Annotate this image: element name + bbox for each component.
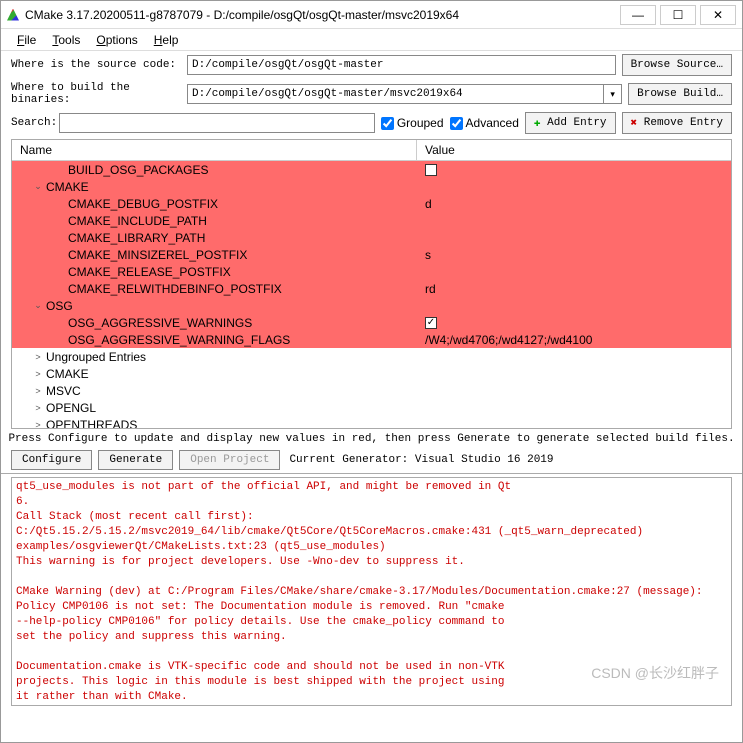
expander-icon[interactable]: >: [30, 403, 46, 413]
tree-row[interactable]: CMAKE_DEBUG_POSTFIX d: [12, 195, 731, 212]
expander-icon[interactable]: >: [30, 420, 46, 430]
entry-name: MSVC: [46, 384, 81, 398]
window-controls: — ☐ ✕: [620, 5, 736, 25]
current-generator-label: Current Generator: Visual Studio 16 2019: [289, 454, 553, 466]
browse-build-button[interactable]: Browse Build…: [628, 83, 732, 105]
expander-icon[interactable]: ⌄: [30, 300, 46, 311]
build-label: Where to build the binaries:: [11, 82, 181, 106]
tree-row[interactable]: >CMAKE: [12, 365, 731, 382]
tree-row[interactable]: ⌄CMAKE: [12, 178, 731, 195]
build-path-dropdown-icon[interactable]: ▾: [604, 84, 622, 104]
close-button[interactable]: ✕: [700, 5, 736, 25]
configure-button[interactable]: Configure: [11, 450, 92, 470]
log-line: C:/Qt5.15.2/5.15.2/msvc2019_64/lib/cmake…: [16, 525, 727, 540]
cmake-logo-icon: [7, 9, 19, 21]
log-line: qt5_use_modules is not part of the offic…: [16, 480, 727, 495]
tree-row[interactable]: >OPENGL: [12, 399, 731, 416]
tree-row[interactable]: >OPENTHREADS: [12, 416, 731, 429]
entry-value[interactable]: [417, 164, 731, 176]
log-line: 6.: [16, 495, 727, 510]
add-entry-button[interactable]: ✚ Add Entry: [525, 112, 616, 134]
log-line: This warning is for project developers. …: [16, 555, 727, 570]
log-line: [16, 570, 727, 585]
log-line: [16, 645, 727, 660]
entry-name: CMAKE: [46, 367, 89, 381]
entry-name: CMAKE_RELWITHDEBINFO_POSTFIX: [68, 282, 282, 296]
log-line: CMake Warning (dev) at C:/Program Files/…: [16, 585, 727, 600]
tree-row[interactable]: >MSVC: [12, 382, 731, 399]
open-project-button: Open Project: [179, 450, 280, 470]
entry-name: CMAKE_INCLUDE_PATH: [68, 214, 207, 228]
tree-row[interactable]: CMAKE_MINSIZEREL_POSTFIX s: [12, 246, 731, 263]
minimize-button[interactable]: —: [620, 5, 656, 25]
tree-header: Name Value: [12, 140, 731, 161]
expander-icon[interactable]: ⌄: [30, 181, 46, 192]
browse-source-button[interactable]: Browse Source…: [622, 54, 732, 76]
menubar: File Tools Options Help: [1, 29, 742, 51]
maximize-button[interactable]: ☐: [660, 5, 696, 25]
log-line: --help-policy CMP0106" for policy detail…: [16, 615, 727, 630]
tree-row[interactable]: CMAKE_RELEASE_POSTFIX: [12, 263, 731, 280]
expander-icon[interactable]: >: [30, 386, 46, 396]
tree-row[interactable]: OSG_AGGRESSIVE_WARNINGS ✓: [12, 314, 731, 331]
entry-name: CMAKE: [46, 180, 89, 194]
tree-row[interactable]: CMAKE_LIBRARY_PATH: [12, 229, 731, 246]
entry-name: CMAKE_LIBRARY_PATH: [68, 231, 205, 245]
watermark: CSDN @长沙红胖子: [591, 666, 719, 681]
search-input[interactable]: [59, 113, 375, 133]
entry-value[interactable]: /W4;/wd4706;/wd4127;/wd4100: [417, 333, 731, 347]
tree-row[interactable]: ⌄OSG: [12, 297, 731, 314]
entry-value[interactable]: d: [417, 197, 731, 211]
remove-entry-button[interactable]: ✖ Remove Entry: [622, 112, 732, 134]
menu-options[interactable]: Options: [90, 31, 143, 49]
menu-file[interactable]: File: [11, 31, 42, 49]
log-output[interactable]: qt5_use_modules is not part of the offic…: [11, 477, 732, 706]
window-title: CMake 3.17.20200511-g8787079 - D:/compil…: [25, 8, 620, 22]
entry-name: OPENTHREADS: [46, 418, 137, 430]
log-line: set the policy and suppress this warning…: [16, 630, 727, 645]
advanced-checkbox[interactable]: Advanced: [450, 116, 519, 130]
build-path-input[interactable]: [187, 84, 604, 104]
expander-icon[interactable]: >: [30, 352, 46, 362]
x-icon: ✖: [631, 116, 638, 130]
entry-name: CMAKE_MINSIZEREL_POSTFIX: [68, 248, 247, 262]
entry-name: OSG: [46, 299, 73, 313]
cache-tree[interactable]: Name Value BUILD_OSG_PACKAGES⌄CMAKECMAKE…: [11, 139, 732, 429]
log-line: examples/osgviewerQt/CMakeLists.txt:23 (…: [16, 540, 727, 555]
entry-value[interactable]: ✓: [417, 317, 731, 329]
entry-name: Ungrouped Entries: [46, 350, 146, 364]
source-path-input[interactable]: [187, 55, 616, 75]
tree-row[interactable]: >Ungrouped Entries: [12, 348, 731, 365]
hint-text: Press Configure to update and display ne…: [1, 429, 742, 447]
menu-tools[interactable]: Tools: [46, 31, 86, 49]
log-line: Policy CMP0106 is not set: The Documenta…: [16, 600, 727, 615]
menu-help[interactable]: Help: [148, 31, 185, 49]
log-line: Call Stack (most recent call first):: [16, 705, 727, 706]
checkbox-icon[interactable]: ✓: [425, 317, 437, 329]
checkbox-icon[interactable]: [425, 164, 437, 176]
entry-name: CMAKE_DEBUG_POSTFIX: [68, 197, 218, 211]
plus-icon: ✚: [534, 116, 541, 130]
tree-row[interactable]: BUILD_OSG_PACKAGES: [12, 161, 731, 178]
tree-row[interactable]: OSG_AGGRESSIVE_WARNING_FLAGS/W4;/wd4706;…: [12, 331, 731, 348]
col-value-header[interactable]: Value: [417, 140, 731, 160]
entry-value[interactable]: rd: [417, 282, 731, 296]
generate-button[interactable]: Generate: [98, 450, 173, 470]
entry-value[interactable]: s: [417, 248, 731, 262]
grouped-checkbox[interactable]: Grouped: [381, 116, 444, 130]
entry-name: OSG_AGGRESSIVE_WARNINGS: [68, 316, 252, 330]
entry-name: BUILD_OSG_PACKAGES: [68, 163, 209, 177]
col-name-header[interactable]: Name: [12, 140, 417, 160]
tree-row[interactable]: CMAKE_RELWITHDEBINFO_POSTFIX rd: [12, 280, 731, 297]
titlebar: CMake 3.17.20200511-g8787079 - D:/compil…: [1, 1, 742, 29]
search-label: Search:: [11, 117, 53, 129]
log-line: Call Stack (most recent call first):: [16, 510, 727, 525]
log-line: it rather than with CMake.: [16, 690, 727, 705]
entry-name: OPENGL: [46, 401, 96, 415]
entry-name: OSG_AGGRESSIVE_WARNING_FLAGS: [68, 333, 290, 347]
source-label: Where is the source code:: [11, 59, 181, 71]
tree-row[interactable]: CMAKE_INCLUDE_PATH: [12, 212, 731, 229]
expander-icon[interactable]: >: [30, 369, 46, 379]
entry-name: CMAKE_RELEASE_POSTFIX: [68, 265, 231, 279]
